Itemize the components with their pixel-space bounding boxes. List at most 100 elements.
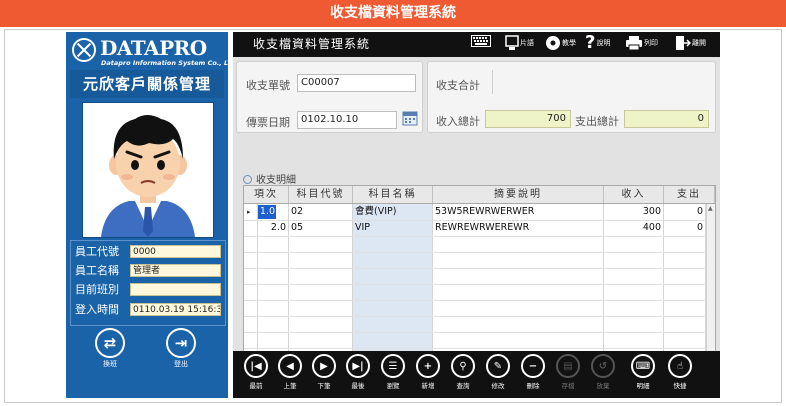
- left-sidebar: DATAPRO Datapro Information System Co., …: [66, 32, 239, 398]
- window-titlebar: 收支檔資料管理系統 片語 教學 ?說明 列印 離開: [233, 32, 720, 57]
- row-seq-cell[interactable]: 1.0: [258, 205, 276, 219]
- print-button[interactable]: 列印: [625, 35, 658, 55]
- edit-label: 修改: [491, 382, 505, 390]
- edit-button[interactable]: ✎ 修改: [483, 354, 513, 390]
- record-toolbar: |◀ 最前 ◀ 上筆 ▶ 下筆 ▶| 最後 ☰ 瀏覽 + 新增 ⚲ 查詢 ✎ 修改 − 刪除 ▤ 存檔 ↺ 放棄 ⌨ 明細 ☝ 快…: [233, 351, 720, 398]
- last-label: 最後: [351, 382, 365, 390]
- brand-name: DATAPRO: [100, 36, 207, 60]
- search-icon: ⚲: [451, 354, 475, 378]
- add-button[interactable]: + 新增: [413, 354, 443, 390]
- exit-button[interactable]: 離開: [675, 35, 706, 55]
- query-button[interactable]: ⚲ 查詢: [448, 354, 478, 390]
- row-code-cell[interactable]: 05: [291, 220, 351, 236]
- col-header-name[interactable]: 科目名稱: [353, 186, 433, 203]
- grid-line: [244, 332, 706, 333]
- app-banner-title: 收支檔資料管理系統: [0, 0, 786, 27]
- first-button[interactable]: |◀ 最前: [241, 354, 271, 390]
- keyboard-button[interactable]: [471, 35, 491, 55]
- date-field[interactable]: 0102.10.10: [297, 111, 397, 129]
- undo-icon: ↺: [591, 354, 615, 378]
- detail-icon: ⌨: [631, 354, 655, 378]
- col-header-income[interactable]: 收入: [604, 186, 664, 203]
- print-label: 列印: [644, 39, 658, 47]
- total-label: 收支合計: [436, 79, 480, 92]
- section-bullet-icon: [243, 174, 252, 184]
- printer-icon: [626, 36, 642, 51]
- shortcut-icon: ☝: [668, 354, 692, 378]
- main-window: 收支檔資料管理系統 片語 教學 ?說明 列印 離開 收支單號 C00007 傳票…: [233, 32, 720, 398]
- teach-button[interactable]: 教學: [545, 35, 576, 55]
- row-desc-cell[interactable]: 53W5REWRWERWER: [435, 204, 602, 220]
- browse-icon: ☰: [381, 354, 405, 378]
- last-button[interactable]: ▶| 最後: [343, 354, 373, 390]
- scroll-up-arrow-icon[interactable]: ▲: [708, 205, 713, 212]
- shift-field: [130, 283, 221, 296]
- brand-logo: DATAPRO Datapro Information System Co., …: [70, 36, 239, 67]
- next-record-icon: ▶: [312, 354, 336, 378]
- col-header-expense[interactable]: 支出: [664, 186, 715, 203]
- disc-icon: [546, 36, 560, 50]
- col-header-desc[interactable]: 摘要說明: [433, 186, 604, 203]
- avatar-illustration-icon: [101, 115, 195, 237]
- col-header-seq[interactable]: 項次: [244, 186, 289, 203]
- datapro-logo-icon: [72, 38, 96, 62]
- header-form-panel: 收支單號 C00007 傳票日期 0102.10.10: [236, 61, 423, 133]
- row-income-cell[interactable]: 400: [604, 220, 664, 236]
- table-row[interactable]: 2.0 05 VIP REWREWRWEREWR 400 0: [244, 220, 706, 236]
- grid-line: [244, 316, 706, 317]
- row-expense-cell[interactable]: 0: [664, 220, 706, 236]
- income-total-field: 700: [485, 110, 571, 128]
- grid-line: [244, 284, 706, 285]
- totals-panel: 收支合計 收入總計 700 支出總計 0: [427, 61, 716, 133]
- phrase-label: 片語: [520, 39, 534, 47]
- shift-label: 目前班別: [75, 283, 119, 296]
- phrase-button[interactable]: 片語: [505, 35, 534, 55]
- row-income-cell[interactable]: 300: [604, 204, 664, 220]
- save-icon: ▤: [556, 354, 580, 378]
- delete-button[interactable]: − 刪除: [518, 354, 548, 390]
- detail-section-title: 收支明細: [243, 171, 296, 186]
- browse-button[interactable]: ☰ 瀏覽: [378, 354, 408, 390]
- row-seq-cell[interactable]: 2.0: [258, 220, 289, 236]
- logout-button[interactable]: ⇥ 登出: [164, 328, 198, 378]
- switch-shift-button[interactable]: ⇄ 換班: [93, 328, 127, 378]
- grid-line: [244, 236, 706, 237]
- row-name-cell[interactable]: 會費(VIP): [355, 204, 431, 220]
- employee-id-field: 0000: [130, 245, 221, 258]
- window-title: 收支檔資料管理系統: [253, 37, 371, 51]
- help-button[interactable]: ?說明: [585, 32, 611, 55]
- grid-header: 項次 科目代號 科目名稱 摘要說明 收入 支出: [244, 186, 715, 204]
- query-label: 查詢: [456, 382, 470, 390]
- last-record-icon: ▶|: [346, 354, 370, 378]
- col-header-code[interactable]: 科目代號: [289, 186, 353, 203]
- detail-button[interactable]: ⌨ 明細: [628, 354, 658, 390]
- next-label: 下筆: [317, 382, 331, 390]
- employee-name-field: 管理者: [130, 264, 221, 277]
- doc-no-field[interactable]: C00007: [297, 74, 416, 92]
- previous-record-icon: ◀: [278, 354, 302, 378]
- employee-info-panel: 員工代號 0000 員工名稱 管理者 目前班別 登入時間 0110.03.19 …: [70, 240, 226, 326]
- prev-label: 上筆: [283, 382, 297, 390]
- save-label: 存檔: [561, 382, 575, 390]
- help-label: 說明: [596, 39, 611, 47]
- exit-label: 離開: [692, 39, 706, 47]
- row-desc-cell[interactable]: REWREWRWEREWR: [435, 220, 602, 236]
- row-expense-cell[interactable]: 0: [664, 204, 706, 220]
- prev-button[interactable]: ◀ 上筆: [275, 354, 305, 390]
- cancel-label: 放棄: [596, 382, 610, 390]
- login-time-label: 登入時間: [75, 303, 119, 316]
- row-name-cell[interactable]: VIP: [355, 220, 431, 236]
- company-name: 元欣客戶關係管理: [70, 70, 224, 98]
- calendar-icon[interactable]: [402, 110, 418, 126]
- totals-divider: [492, 70, 493, 94]
- switch-shift-label: 換班: [103, 360, 117, 368]
- row-pointer-icon: ▸: [247, 208, 251, 216]
- question-mark-icon: ?: [585, 32, 596, 53]
- cancel-button[interactable]: ↺ 放棄: [588, 354, 618, 390]
- table-row[interactable]: ▸ 1.0 02 會費(VIP) 53W5REWRWERWER 300 0: [244, 204, 706, 220]
- shortcut-button[interactable]: ☝ 快捷: [665, 354, 695, 390]
- user-avatar: [82, 102, 214, 238]
- row-code-cell[interactable]: 02: [291, 204, 351, 220]
- save-button[interactable]: ▤ 存檔: [553, 354, 583, 390]
- next-button[interactable]: ▶ 下筆: [309, 354, 339, 390]
